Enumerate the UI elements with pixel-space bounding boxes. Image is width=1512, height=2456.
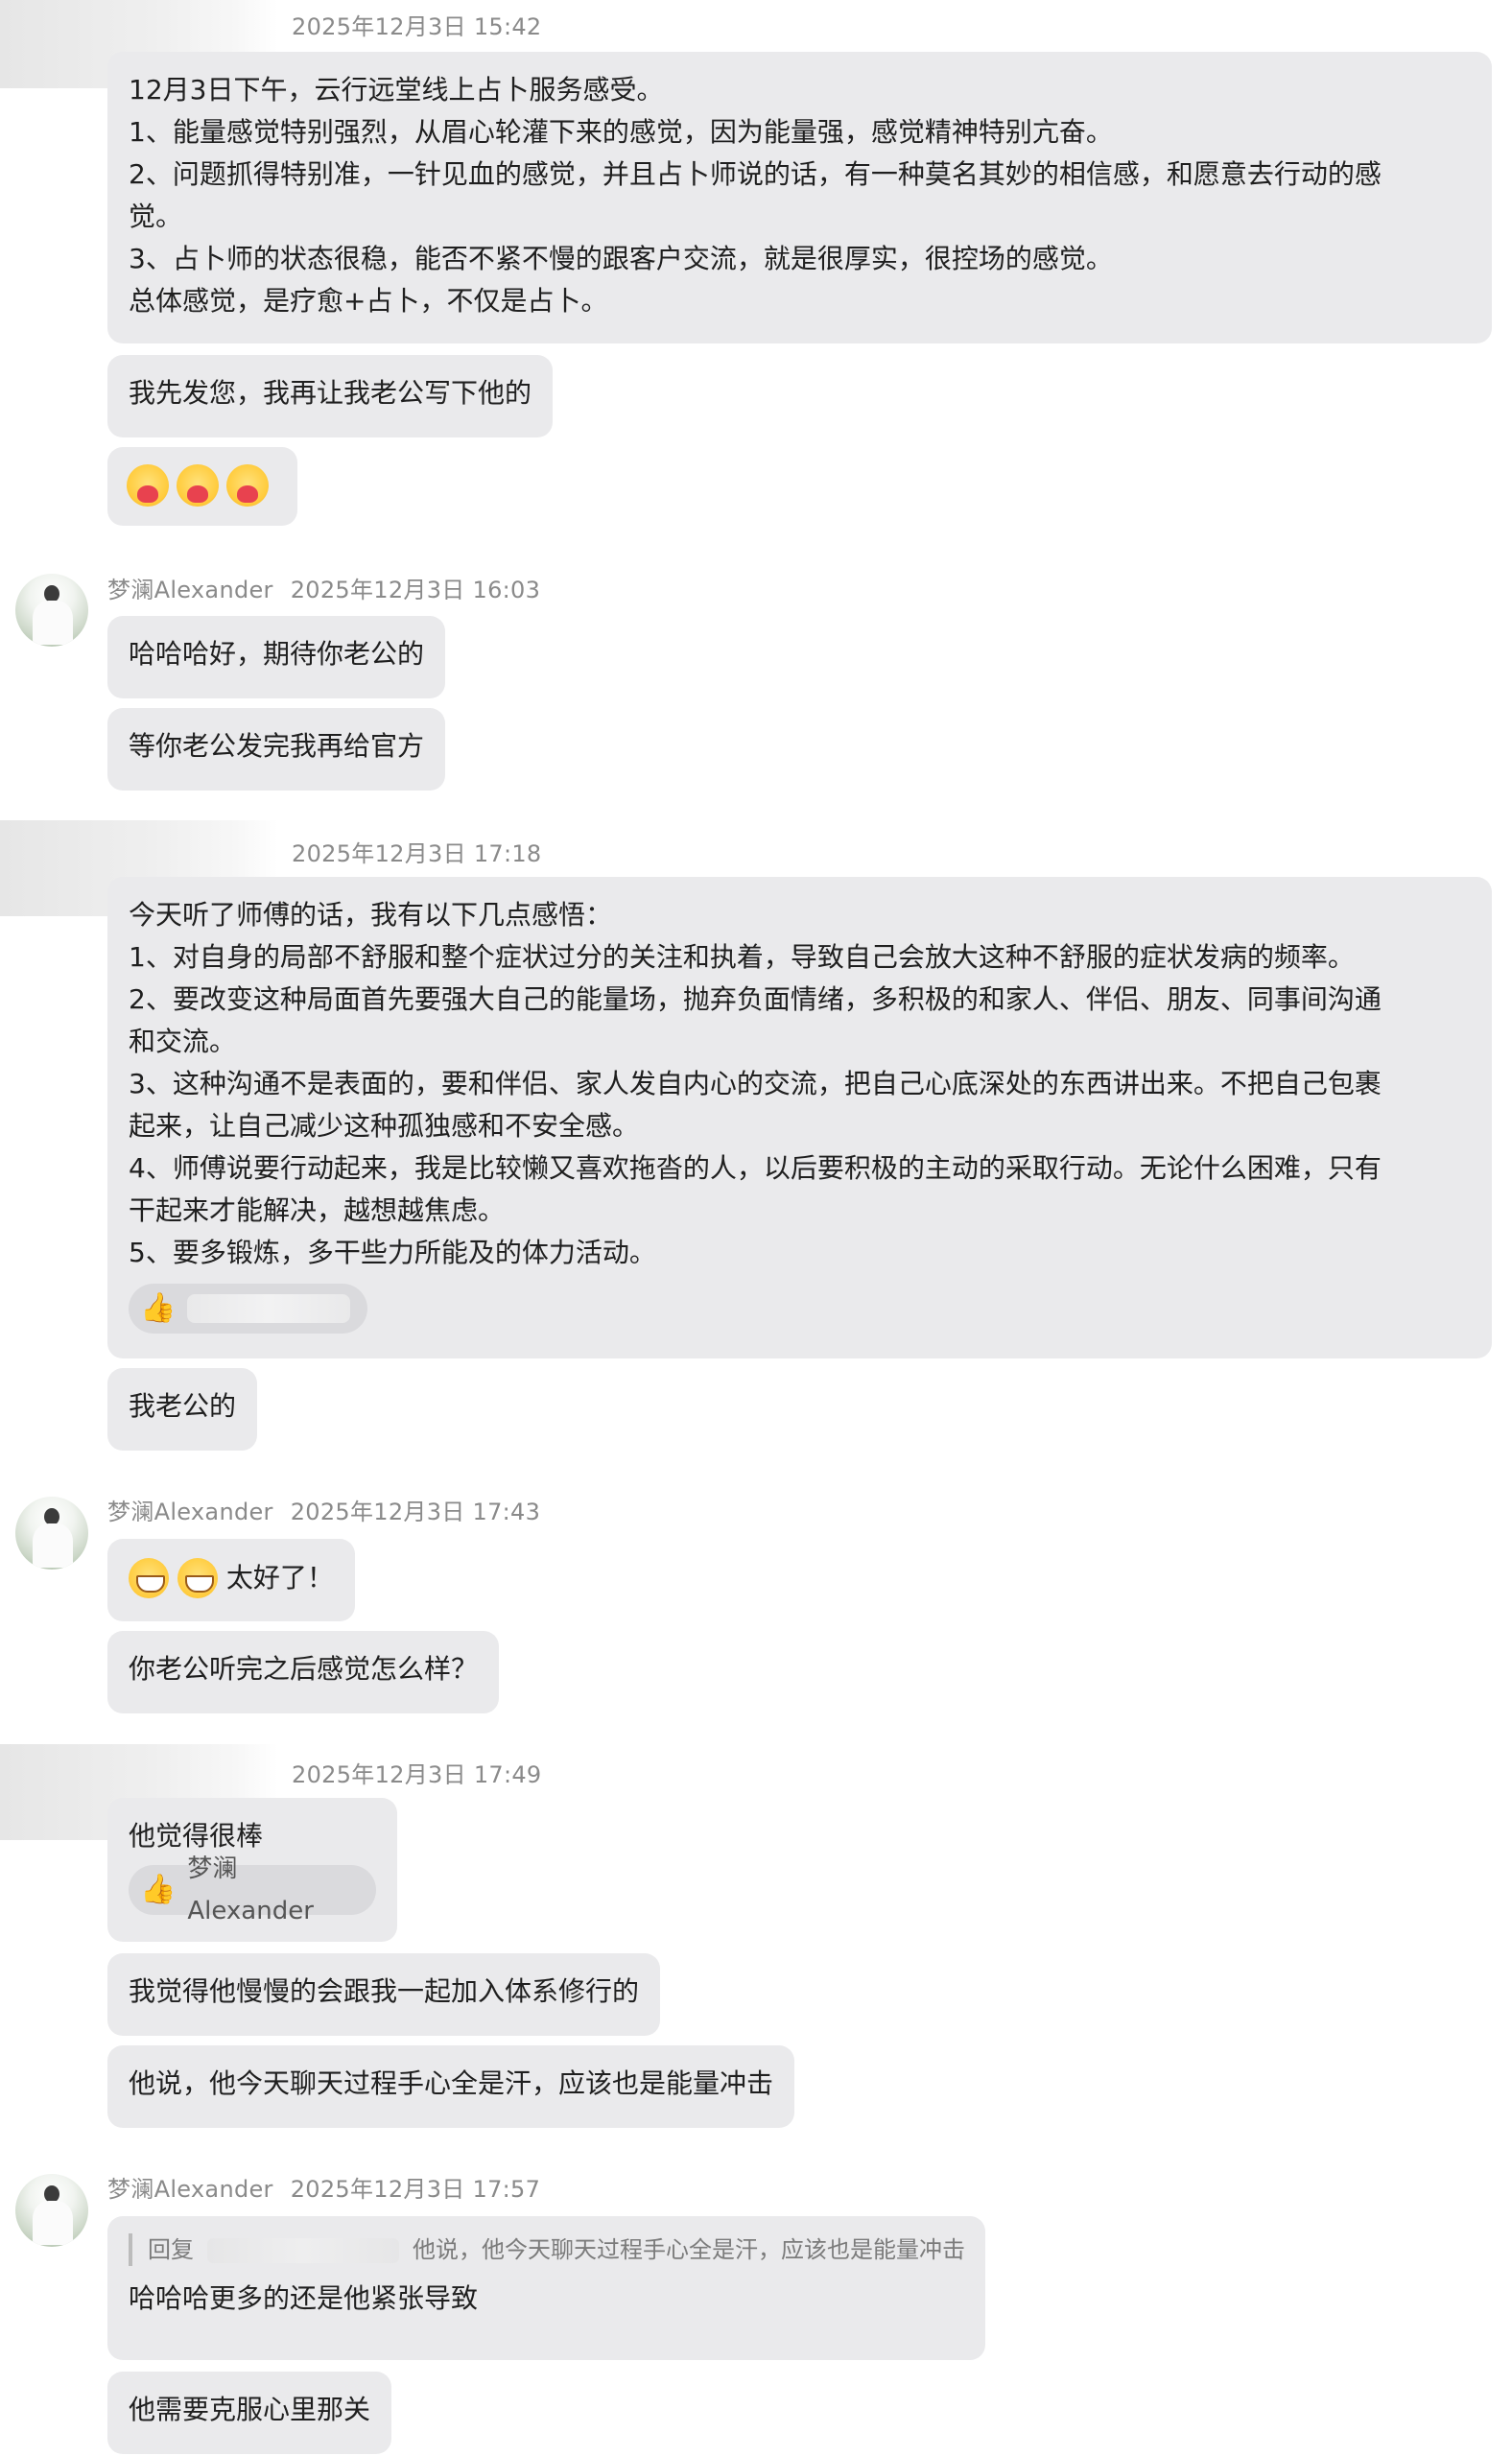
blurred-quoted-user (207, 2238, 399, 2263)
message-line: 今天听了师傅的话，我有以下几点感悟： (129, 899, 613, 931)
thumbs-up-icon: 👍 (140, 1291, 177, 1325)
blurred-reaction-user (187, 1294, 351, 1323)
message-meta: 梦澜Alexander 2025年12月3日 17:43 (107, 1493, 540, 1526)
message-line: 12月3日下午，云行远堂线上占卜服务感受。 (129, 74, 664, 106)
message-bubble[interactable]: 等你老公发完我再给官方 (107, 708, 446, 791)
reaction-chip[interactable]: 👍 梦澜Alexander (129, 1854, 376, 1925)
message-text: 哈哈哈好，期待你老公的 (129, 638, 425, 670)
avatar[interactable] (15, 574, 88, 647)
message-line: 干起来才能解决，越想越焦虑。 (129, 1194, 506, 1226)
message-bubble[interactable]: 他觉得很棒 👍 梦澜Alexander (107, 1798, 397, 1942)
message-line: 2、要改变这种局面首先要强大自己的能量场，抛弃负面情绪，多积极的和家人、伴侣、朋… (129, 983, 1382, 1015)
reply-prefix: 回复 (148, 2236, 194, 2263)
hug-heart-emoji-icon (127, 464, 169, 507)
message-text: 我觉得他慢慢的会跟我一起加入体系修行的 (129, 1975, 640, 2007)
reaction-user: 梦澜Alexander (187, 1854, 314, 1925)
sender-name: 梦澜Alexander (107, 577, 273, 603)
message-bubble[interactable]: 太好了！ (107, 1539, 355, 1621)
message-timestamp: 2025年12月3日 17:43 (290, 1499, 541, 1525)
reply-message-bubble[interactable]: 回复 他说，他今天聊天过程手心全是汗，应该也是能量冲击 哈哈哈更多的还是他紧张导致 (107, 2216, 985, 2360)
message-bubble[interactable]: 我老公的 (107, 1368, 258, 1451)
message-text: 我老公的 (129, 1390, 237, 1422)
reaction-chip[interactable]: 👍 (129, 1284, 368, 1334)
message-line: 2、问题抓得特别准，一针见血的感觉，并且占卜师说的话，有一种莫名其妙的相信感，和… (129, 158, 1382, 190)
message-line: 1、对自身的局部不舒服和整个症状过分的关注和执着，导致自己会放大这种不舒服的症状… (129, 941, 1355, 973)
grin-emoji-icon (177, 1558, 218, 1598)
message-timestamp: 2025年12月3日 17:18 (292, 840, 542, 867)
message-bubble[interactable]: 12月3日下午，云行远堂线上占卜服务感受。 1、能量感觉特别强烈，从眉心轮灌下来… (107, 52, 1492, 343)
message-timestamp: 2025年12月3日 17:49 (292, 1761, 542, 1788)
message-line: 总体感觉，是疗愈+占卜，不仅是占卜。 (129, 285, 608, 317)
sender-name: 梦澜Alexander (107, 1499, 273, 1525)
quoted-text: 他说，他今天聊天过程手心全是汗，应该也是能量冲击 (413, 2236, 965, 2263)
message-text: 等你老公发完我再给官方 (129, 730, 425, 762)
message-line: 5、要多锻炼，多干些力所能及的体力活动。 (129, 1237, 656, 1268)
message-line: 3、占卜师的状态很稳，能否不紧不慢的跟客户交流，就是很厚实，很控场的感觉。 (129, 243, 1113, 274)
message-bubble[interactable]: 今天听了师傅的话，我有以下几点感悟： 1、对自身的局部不舒服和整个症状过分的关注… (107, 877, 1492, 1358)
sender-name: 梦澜Alexander (107, 2176, 273, 2203)
hug-heart-emoji-icon (177, 464, 219, 507)
message-meta: 梦澜Alexander 2025年12月3日 16:03 (107, 571, 540, 604)
hug-heart-emoji-icon (226, 464, 269, 507)
message-line: 1、能量感觉特别强烈，从眉心轮灌下来的感觉，因为能量强，感觉精神特别亢奋。 (129, 116, 1113, 148)
message-line: 起来，让自己减少这种孤独感和不安全感。 (129, 1110, 640, 1142)
message-line: 3、这种沟通不是表面的，要和伴侣、家人发自内心的交流，把自己心底深处的东西讲出来… (129, 1068, 1382, 1099)
message-line: 和交流。 (129, 1026, 237, 1057)
message-timestamp: 2025年12月3日 17:57 (290, 2176, 541, 2203)
message-bubble[interactable]: 哈哈哈好，期待你老公的 (107, 616, 446, 698)
chat-history: 2025年12月3日 15:42 12月3日下午，云行远堂线上占卜服务感受。 1… (0, 0, 1512, 2456)
message-timestamp: 2025年12月3日 15:42 (292, 13, 542, 40)
message-text: 你老公听完之后感觉怎么样？ (129, 1653, 479, 1685)
message-bubble[interactable]: 他需要克服心里那关 (107, 2372, 392, 2454)
grin-emoji-icon (129, 1558, 169, 1598)
message-text: 哈哈哈更多的还是他紧张导致 (129, 2282, 479, 2314)
avatar[interactable] (15, 1497, 88, 1570)
avatar[interactable] (15, 2174, 88, 2247)
message-meta: 梦澜Alexander 2025年12月3日 17:57 (107, 2170, 540, 2204)
message-text: 他说，他今天聊天过程手心全是汗，应该也是能量冲击 (129, 2067, 774, 2099)
message-line: 4、师傅说要行动起来，我是比较懒又喜欢拖沓的人，以后要积极的主动的采取行动。无论… (129, 1152, 1382, 1184)
message-text: 他需要克服心里那关 (129, 2394, 371, 2425)
emoji-message-bubble[interactable] (107, 447, 297, 526)
message-bubble[interactable]: 我先发您，我再让我老公写下他的 (107, 355, 554, 437)
message-timestamp: 2025年12月3日 16:03 (290, 577, 541, 603)
message-bubble[interactable]: 你老公听完之后感觉怎么样？ (107, 1631, 500, 1713)
quoted-reply[interactable]: 回复 他说，他今天聊天过程手心全是汗，应该也是能量冲击 (129, 2233, 965, 2266)
message-bubble[interactable]: 我觉得他慢慢的会跟我一起加入体系修行的 (107, 1953, 661, 2036)
message-text: 太好了！ (225, 1562, 334, 1594)
message-line: 觉。 (129, 201, 183, 232)
thumbs-up-icon: 👍 (140, 1873, 177, 1906)
message-text: 我先发您，我再让我老公写下他的 (129, 377, 532, 409)
message-bubble[interactable]: 他说，他今天聊天过程手心全是汗，应该也是能量冲击 (107, 2045, 795, 2128)
